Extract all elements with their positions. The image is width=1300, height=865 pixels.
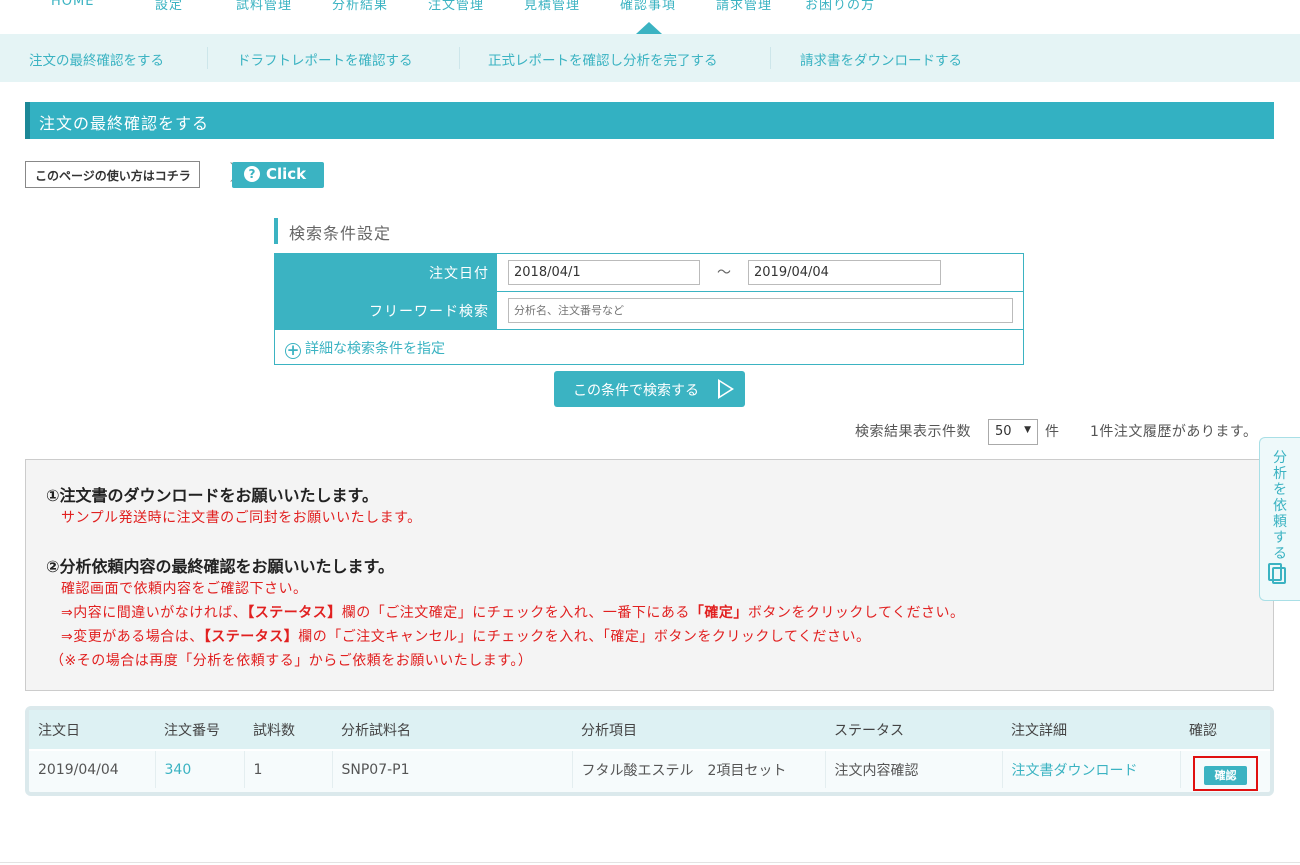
result-summary: 1件注文履歴があります。 <box>1090 424 1258 440</box>
notice-line-3-part-b: 【ステータス】 <box>247 605 342 621</box>
per-page-unit: 件 <box>1045 424 1060 440</box>
order-form-download-link[interactable]: 注文書ダウンロード <box>1012 763 1138 779</box>
notice-line-3-part-e: ボタンをクリックしてください。 <box>747 605 965 621</box>
instructions-notice: ①注文書のダウンロードをお願いいたします。 サンプル発送時に注文書のご同封をお願… <box>25 459 1274 691</box>
confirm-button[interactable]: 確認 <box>1204 766 1247 785</box>
cell-sample-name: SNP07-P1 <box>332 750 573 788</box>
advanced-search-label: 詳細な検索条件を指定 <box>305 341 445 357</box>
search-section-title: 検索条件設定 <box>274 218 391 244</box>
nav-settings[interactable]: 設定 <box>155 0 183 13</box>
cell-order-number: 340 <box>155 750 245 788</box>
cell-status: 注文内容確認 <box>825 750 1003 788</box>
table-header-row: 注文日 注文番号 試料数 分析試料名 分析項目 ステータス 注文詳細 確認 <box>29 710 1270 751</box>
howto-label[interactable]: このページの使い方はコチラ <box>25 161 200 188</box>
cell-analysis-item: フタル酸エステル 2項目セット <box>572 750 826 788</box>
howto-click-button[interactable]: ? Click <box>232 162 324 188</box>
top-navigation: HOME 設定 試料管理 分析結果 注文管理 見積管理 確認事項 請求管理 お困… <box>0 0 1300 36</box>
plus-circle-icon: + <box>285 341 301 359</box>
header-confirm: 確認 <box>1180 710 1270 751</box>
nav-home[interactable]: HOME <box>51 0 94 9</box>
notice-line-4-part-b: 【ステータス】 <box>203 629 299 645</box>
nav-billing[interactable]: 請求管理 <box>716 0 772 13</box>
freeword-input[interactable] <box>508 298 1013 323</box>
freeword-row: フリーワード検索 <box>275 292 1023 330</box>
date-row: 注文日付 〜 <box>275 254 1023 292</box>
header-order-detail: 注文詳細 <box>1002 710 1180 751</box>
dropdown-arrow-icon: ▼ <box>1024 425 1031 435</box>
cell-order-date: 2019/04/04 <box>29 750 156 788</box>
copy-icon <box>1268 563 1286 584</box>
notice-line-2: 確認画面で依頼内容をご確認下さい。 <box>61 581 308 597</box>
notice-line-3-part-d: 「確定」 <box>689 605 748 621</box>
notice-heading-1: ①注文書のダウンロードをお願いいたします。 <box>46 486 378 505</box>
nav-analysis-results[interactable]: 分析結果 <box>332 0 388 13</box>
cell-sample-count: 1 <box>244 750 333 788</box>
notice-line-3: ⇒内容に間違いがなければ、【ステータス】欄の「ご注文確定」にチェックを入れ、一番… <box>61 602 965 622</box>
question-icon: ? <box>244 166 260 182</box>
footer-divider <box>0 862 1300 863</box>
notice-line-4-part-c: 欄の「ご注文キャンセル」にチェックを入れ、「確定」ボタンをクリックしてください。 <box>298 629 871 645</box>
sub-navigation: 注文の最終確認をする ドラフトレポートを確認する 正式レポートを確認し分析を完了… <box>0 34 1300 82</box>
subnav-final-confirm[interactable]: 注文の最終確認をする <box>29 49 164 69</box>
confirm-highlight: 確認 <box>1193 756 1258 791</box>
subnav-divider <box>459 47 460 69</box>
header-order-date: 注文日 <box>29 710 155 751</box>
subnav-divider <box>207 47 208 69</box>
header-sample-count: 試料数 <box>244 710 332 751</box>
header-status: ステータス <box>825 710 1002 751</box>
search-button-label: この条件で検索する <box>573 383 699 399</box>
notice-line-4-part-a: ⇒変更がある場合は、 <box>61 629 204 645</box>
subnav-draft-report[interactable]: ドラフトレポートを確認する <box>237 49 413 69</box>
date-from-input[interactable] <box>508 260 700 285</box>
advanced-search-toggle[interactable]: + 詳細な検索条件を指定 <box>285 338 445 359</box>
notice-line-5: （※その場合は再度「分析を依頼する」からご依頼をお願いいたします。） <box>50 653 533 669</box>
per-page-label: 検索結果表示件数 <box>855 424 971 440</box>
notice-line-3-part-c: 欄の「ご注文確定」にチェックを入れ、一番下にある <box>341 605 690 621</box>
notice-line-1: サンプル発送時に注文書のご同封をお願いいたします。 <box>61 510 422 526</box>
nav-estimate-management[interactable]: 見積管理 <box>524 0 580 13</box>
play-arrow-icon <box>718 379 734 399</box>
notice-line-4: ⇒変更がある場合は、【ステータス】欄の「ご注文キャンセル」にチェックを入れ、「確… <box>61 626 871 646</box>
request-analysis-side-tab[interactable]: 分析を依頼する <box>1259 437 1300 601</box>
date-label: 注文日付 <box>275 254 497 291</box>
search-form: 注文日付 〜 フリーワード検索 +詳細な検索条件を指定 <box>274 253 1024 365</box>
order-number-link[interactable]: 340 <box>165 762 192 778</box>
cell-order-detail: 注文書ダウンロード <box>1002 750 1181 788</box>
per-page-select[interactable]: 50 ▼ <box>988 419 1038 445</box>
subnav-invoice-download[interactable]: 請求書をダウンロードする <box>800 49 962 69</box>
freeword-label: フリーワード検索 <box>275 292 497 329</box>
notice-line-3-part-a: ⇒内容に間違いがなければ、 <box>61 605 248 621</box>
per-page-value: 50 <box>995 424 1012 439</box>
date-to-input[interactable] <box>748 260 941 285</box>
click-label: Click <box>266 165 307 183</box>
subnav-formal-report[interactable]: 正式レポートを確認し分析を完了する <box>488 49 718 69</box>
header-analysis-item: 分析項目 <box>572 710 825 751</box>
nav-sample-management[interactable]: 試料管理 <box>236 0 292 13</box>
results-grid: 注文日 注文番号 試料数 分析試料名 分析項目 ステータス 注文詳細 確認 20… <box>29 710 1270 788</box>
nav-order-management[interactable]: 注文管理 <box>428 0 484 13</box>
side-tab-label: 分析を依頼する <box>1273 450 1287 562</box>
table-row: 2019/04/04 340 1 SNP07-P1 フタル酸エステル 2項目セッ… <box>29 750 1270 788</box>
date-range-separator: 〜 <box>717 265 731 281</box>
subnav-divider <box>770 47 771 69</box>
nav-confirmation-items[interactable]: 確認事項 <box>620 0 676 13</box>
page-title: 注文の最終確認をする <box>25 102 1274 139</box>
search-button[interactable]: この条件で検索する <box>554 371 745 407</box>
nav-help[interactable]: お困りの方 <box>805 0 875 13</box>
active-nav-indicator <box>636 22 662 34</box>
order-results-table: 注文日 注文番号 試料数 分析試料名 分析項目 ステータス 注文詳細 確認 20… <box>25 706 1274 796</box>
header-sample-name: 分析試料名 <box>332 710 572 751</box>
header-order-number: 注文番号 <box>155 710 244 751</box>
notice-heading-2: ②分析依頼内容の最終確認をお願いいたします。 <box>46 557 394 576</box>
